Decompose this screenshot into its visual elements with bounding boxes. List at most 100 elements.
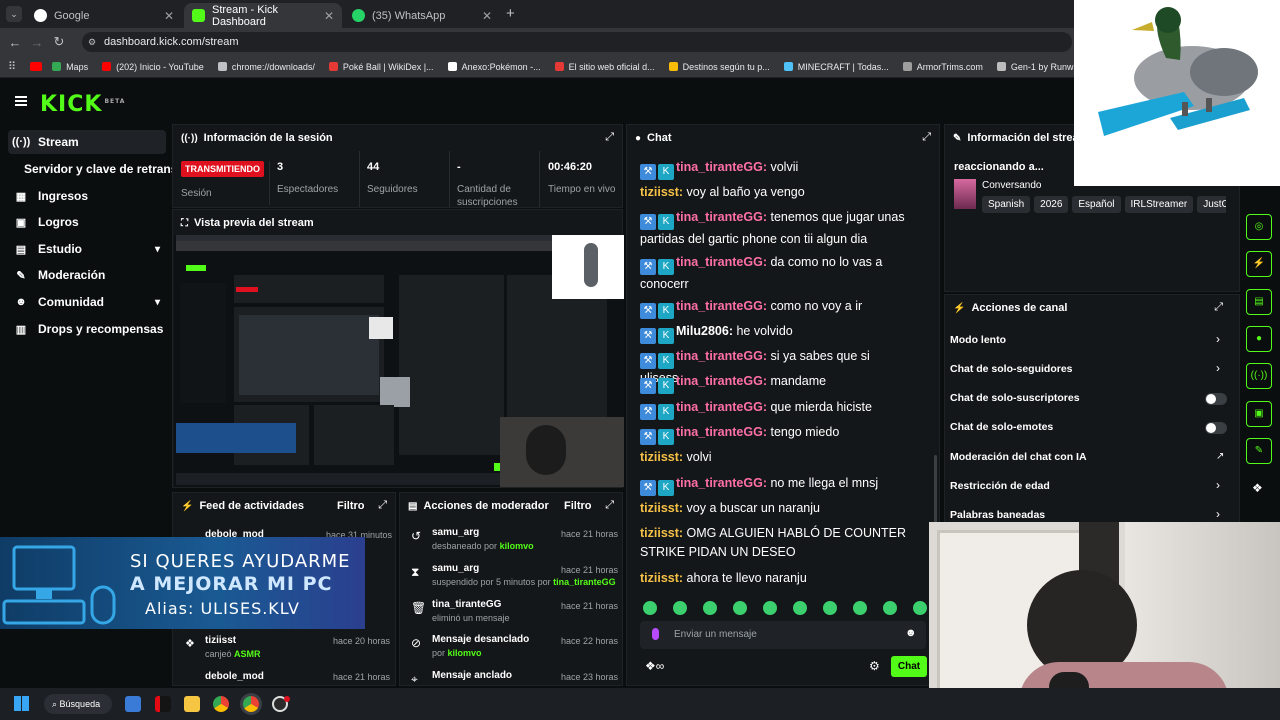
sidebar-item-ingresos[interactable]: ▦ Ingresos: [8, 184, 166, 208]
sidebar-item-logros[interactable]: ▣ Logros: [8, 210, 166, 234]
bookmark-item[interactable]: ArmorTrims.com: [902, 62, 983, 72]
rail-wrench-icon[interactable]: ✎: [1246, 438, 1272, 464]
emote-icon[interactable]: [733, 601, 747, 615]
stream-tag[interactable]: Spanish: [982, 196, 1031, 213]
feed-filter-button[interactable]: Filtro: [337, 500, 365, 512]
rail-bolt-icon[interactable]: ⚡: [1246, 251, 1272, 277]
sidebar-item-servidor[interactable]: Servidor y clave de retransm: [20, 157, 172, 181]
menu-icon[interactable]: [15, 96, 27, 106]
rail-doc-icon[interactable]: ▤: [1246, 289, 1272, 315]
emote-icon[interactable]: [883, 601, 897, 615]
chat-username[interactable]: tina_tiranteGG: [676, 374, 763, 388]
netflix-icon[interactable]: [155, 696, 171, 712]
chat-username[interactable]: tina_tiranteGG: [676, 400, 763, 414]
new-tab-button[interactable]: +: [506, 5, 515, 22]
expand-icon[interactable]: ⤢: [605, 131, 614, 144]
chrome-icon[interactable]: [213, 696, 229, 712]
bookmark-item[interactable]: (202) Inicio - YouTube: [102, 62, 204, 72]
tab-kick-dashboard[interactable]: Stream - Kick Dashboard ✕: [184, 3, 342, 28]
chat-send-button[interactable]: Chat: [891, 656, 927, 677]
chat-settings-icon[interactable]: ⚙: [869, 659, 880, 673]
expand-icon[interactable]: ⤢: [605, 499, 614, 512]
url-field[interactable]: ⚙ dashboard.kick.com/stream: [82, 32, 1072, 52]
bookmark-item[interactable]: Gen-1 by Runway: [996, 62, 1083, 72]
chevron-right-icon[interactable]: ›: [1216, 361, 1220, 375]
channel-action-item[interactable]: Chat de solo-seguidores: [950, 363, 1073, 375]
task-view-icon[interactable]: [125, 696, 141, 712]
emote-icon[interactable]: [823, 601, 837, 615]
sidebar-item-drops[interactable]: ▥ Drops y recompensas: [8, 317, 166, 341]
close-icon[interactable]: ✕: [164, 9, 174, 23]
close-icon[interactable]: ✕: [324, 9, 334, 23]
apps-icon[interactable]: ⠿: [8, 60, 16, 73]
sidebar-item-comunidad[interactable]: ☻ Comunidad ▾: [8, 290, 166, 314]
chat-username[interactable]: tiziisst: [640, 571, 679, 585]
kick-logo[interactable]: KICK BETA: [40, 92, 125, 117]
emote-icon[interactable]: [853, 601, 867, 615]
chat-username[interactable]: tiziisst: [640, 526, 679, 540]
bookmark-item[interactable]: Poké Ball | WikiDex |...: [328, 62, 434, 72]
forward-icon[interactable]: →: [26, 35, 48, 50]
chat-username[interactable]: tiziisst: [640, 450, 679, 464]
bookmark-item[interactable]: MINECRAFT | Todas...: [783, 62, 889, 72]
chevron-right-icon[interactable]: ›: [1216, 507, 1220, 521]
bookmark-item[interactable]: Maps: [52, 62, 88, 72]
chat-username[interactable]: tina_tiranteGG: [676, 299, 763, 313]
channel-action-item[interactable]: Chat de solo-suscriptores: [950, 392, 1080, 404]
chrome-active-icon[interactable]: [243, 696, 259, 712]
external-link-icon[interactable]: ↗: [1216, 451, 1224, 462]
rail-layers-icon[interactable]: ▣: [1246, 401, 1272, 427]
mic-icon[interactable]: [652, 628, 659, 640]
emote-icon[interactable]: [703, 601, 717, 615]
emote-icon[interactable]: [643, 601, 657, 615]
site-info-icon[interactable]: ⚙: [88, 37, 96, 48]
chevron-right-icon[interactable]: ›: [1216, 478, 1220, 492]
chat-input[interactable]: Enviar un mensaje ☻: [640, 621, 926, 649]
sidebar-item-stream[interactable]: ((·)) Stream: [8, 130, 166, 154]
channel-action-item[interactable]: Chat de solo-emotes: [950, 421, 1053, 433]
expand-icon[interactable]: ⤢: [378, 499, 387, 512]
chat-username[interactable]: tina_tiranteGG: [676, 255, 763, 269]
mod-filter-button[interactable]: Filtro: [564, 500, 592, 512]
chat-username[interactable]: tina_tiranteGG: [676, 425, 763, 439]
chat-username[interactable]: tiziisst: [640, 185, 679, 199]
chat-username[interactable]: Milu2806: [676, 324, 729, 338]
sidebar-item-moderacion[interactable]: ✎ Moderación: [8, 263, 166, 287]
rail-target-icon[interactable]: ◎: [1246, 214, 1272, 240]
stream-tag[interactable]: 2026: [1034, 196, 1069, 213]
channel-action-item[interactable]: Modo lento: [950, 334, 1006, 346]
emote-icon[interactable]: [793, 601, 807, 615]
back-icon[interactable]: ←: [4, 35, 26, 50]
toggle-switch[interactable]: [1205, 422, 1227, 434]
sidebar-item-estudio[interactable]: ▤ Estudio ▾: [8, 237, 166, 261]
chevron-right-icon[interactable]: ›: [1216, 332, 1220, 346]
rail-signal-icon[interactable]: ((·)): [1246, 363, 1272, 389]
stream-preview-video[interactable]: [174, 235, 624, 487]
youtube-icon[interactable]: [30, 62, 43, 71]
rail-chat-icon[interactable]: ●: [1246, 326, 1272, 352]
emote-icon[interactable]: [763, 601, 777, 615]
channel-action-item[interactable]: Restricción de edad: [950, 480, 1050, 492]
bookmark-item[interactable]: Destinos según tu p...: [668, 62, 770, 72]
stream-tag[interactable]: JustC: [1197, 196, 1226, 213]
close-icon[interactable]: ✕: [482, 9, 492, 23]
chat-username[interactable]: tina_tiranteGG: [676, 349, 763, 363]
tab-whatsapp[interactable]: (35) WhatsApp ✕: [344, 3, 500, 28]
chat-username[interactable]: tina_tiranteGG: [676, 160, 763, 174]
emoji-icon[interactable]: ☻: [905, 627, 917, 639]
channel-action-item[interactable]: Moderación del chat con IA: [950, 451, 1087, 463]
taskbar-search[interactable]: ⌕ Búsqueda: [44, 694, 112, 714]
bookmark-item[interactable]: chrome://downloads/: [217, 62, 315, 72]
emote-icon[interactable]: [913, 601, 927, 615]
emote-icon[interactable]: [673, 601, 687, 615]
chat-username[interactable]: tina_tiranteGG: [676, 210, 763, 224]
bookmark-item[interactable]: Anexo:Pokémon -...: [447, 62, 541, 72]
rail-tools-icon[interactable]: ❖: [1252, 481, 1263, 495]
chat-tools-icon[interactable]: ❖∞: [645, 659, 664, 673]
chat-username[interactable]: tina_tiranteGG: [676, 476, 763, 490]
tab-google[interactable]: Google ✕: [26, 3, 182, 28]
toggle-switch[interactable]: [1205, 393, 1227, 405]
file-explorer-icon[interactable]: [184, 696, 200, 712]
expand-icon[interactable]: ⤢: [1214, 301, 1223, 314]
stream-tag[interactable]: IRLStreamer: [1124, 196, 1194, 213]
